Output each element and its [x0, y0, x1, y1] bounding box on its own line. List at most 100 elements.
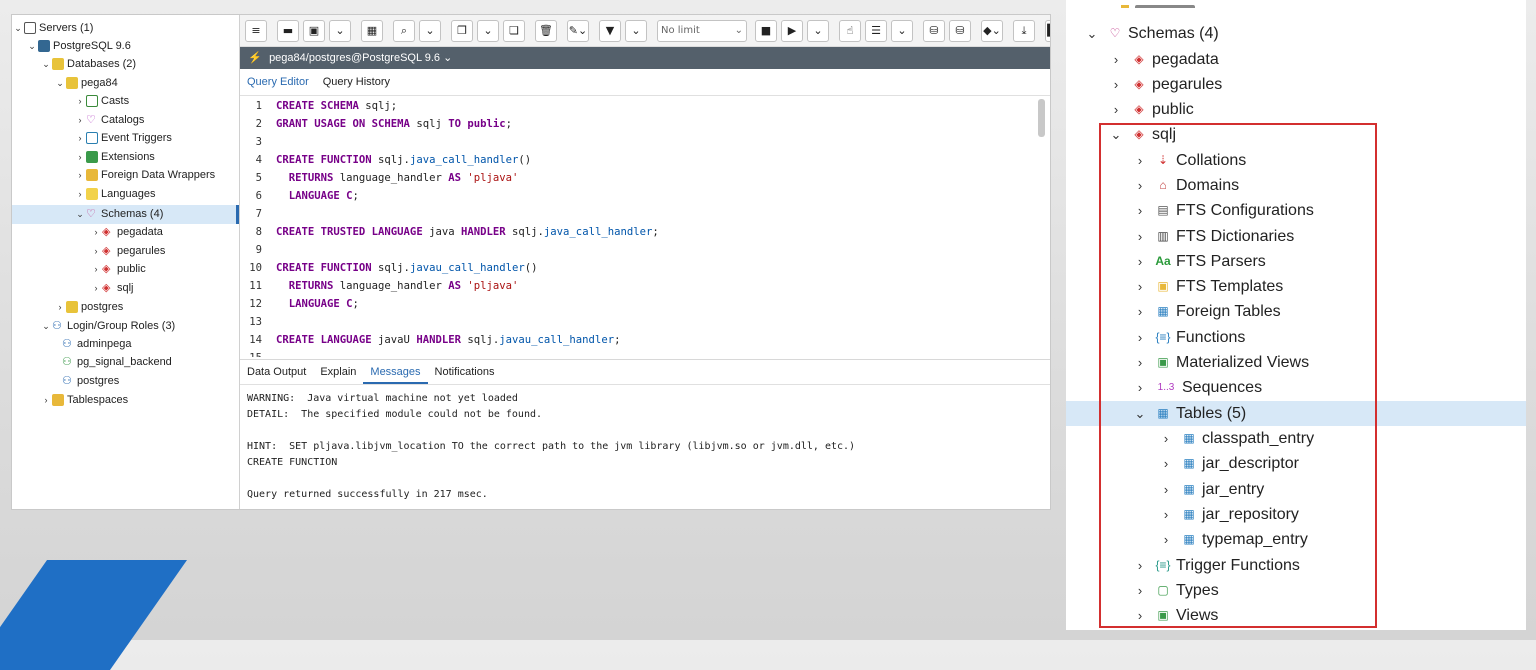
- execute-dropdown-button[interactable]: ⌄: [807, 19, 829, 42]
- chevron-right-icon[interactable]: ›: [74, 129, 86, 147]
- chevron-down-icon[interactable]: ⌄: [40, 55, 52, 73]
- tree-item-pega84[interactable]: ⌄ pega84: [54, 74, 118, 92]
- database-icon: [66, 301, 78, 313]
- tree-item-pegadata[interactable]: › ◈ pegadata: [90, 223, 163, 241]
- chevron-down-icon[interactable]: ⌄: [40, 317, 52, 335]
- tree-item-foreign-data-wrappers[interactable]: › Foreign Data Wrappers: [74, 166, 215, 184]
- schemas-icon: ♡: [86, 208, 96, 220]
- query-tabs: Query Editor Query History: [240, 69, 1050, 96]
- chevron-down-icon[interactable]: ⌄: [74, 205, 86, 223]
- save-data-button[interactable]: ≡: [245, 19, 267, 42]
- explain-dropdown-button[interactable]: ⌄: [891, 19, 913, 42]
- chevron-right-icon[interactable]: ›: [1108, 97, 1124, 122]
- message-line: CREATE FUNCTION: [247, 457, 338, 468]
- hand-icon: ☝: [846, 24, 854, 37]
- chevron-right-icon[interactable]: ›: [74, 148, 86, 166]
- chevron-right-icon[interactable]: ›: [90, 242, 102, 260]
- chevron-down-icon[interactable]: ⌄: [54, 74, 66, 92]
- open-file-button[interactable]: ▬: [277, 19, 299, 42]
- chevron-down-icon: ⌄: [335, 24, 345, 37]
- tree-item-postgres-role[interactable]: ⚇ postgres: [62, 372, 119, 390]
- edit-button[interactable]: ▦: [361, 19, 383, 42]
- macros-icon: ▙⌄: [1047, 24, 1050, 37]
- editor-scrollbar[interactable]: [1038, 99, 1045, 137]
- macros-button[interactable]: ▙⌄: [1045, 19, 1050, 42]
- server-icon: [24, 22, 36, 34]
- chevron-down-icon[interactable]: ⌄: [12, 19, 24, 37]
- tab-explain[interactable]: Explain: [313, 360, 363, 384]
- code-line: GRANT USAGE ON SCHEMA sqlj TO public;: [276, 118, 513, 130]
- save-file-button[interactable]: ▣: [303, 19, 325, 42]
- eraser-icon: ◆⌄: [983, 24, 1001, 37]
- tree-item-schemas[interactable]: ⌄ ♡ Schemas (4): [74, 205, 163, 223]
- chevron-down-icon[interactable]: ⌄: [1084, 21, 1100, 46]
- zoom-item-pegarules[interactable]: › ◈ pegarules: [1108, 72, 1222, 97]
- tab-data-output[interactable]: Data Output: [240, 360, 313, 384]
- explain-button[interactable]: ☝: [839, 19, 861, 42]
- tree-item-catalogs[interactable]: › ♡ Catalogs: [74, 111, 145, 129]
- zoom-item-public[interactable]: › ◈ public: [1108, 97, 1194, 122]
- filter-button[interactable]: ▼: [599, 19, 621, 42]
- chevron-right-icon[interactable]: ›: [54, 298, 66, 316]
- commit-button[interactable]: ⛁: [923, 19, 945, 42]
- download-icon: ⤓: [1021, 23, 1027, 37]
- query-toolbar: ≡ ▬ ▣ ⌄ ▦ ⌕ ⌄ ❐ ⌄ ❏ 🗑 ✎⌄ ▼ ⌄ No limit ⌄ …: [240, 15, 1050, 47]
- find-button[interactable]: ⌕: [393, 19, 415, 42]
- tree-item-casts[interactable]: › Casts: [74, 92, 129, 110]
- tree-item-databases[interactable]: ⌄ Databases (2): [40, 55, 136, 73]
- zoom-item-pegadata[interactable]: › ◈ pegadata: [1108, 47, 1219, 72]
- explain-analyze-button[interactable]: ☰: [865, 19, 887, 42]
- filter-dropdown-button[interactable]: ⌄: [625, 19, 647, 42]
- chevron-right-icon[interactable]: ›: [74, 111, 86, 129]
- chevron-right-icon[interactable]: ›: [1108, 72, 1124, 97]
- tab-messages[interactable]: Messages: [363, 360, 428, 384]
- tree-item-pegarules[interactable]: › ◈ pegarules: [90, 242, 166, 260]
- chevron-right-icon[interactable]: ›: [90, 223, 102, 241]
- chevron-right-icon[interactable]: ›: [1108, 47, 1124, 72]
- line-number: 1: [255, 100, 262, 112]
- tab-notifications[interactable]: Notifications: [428, 360, 502, 384]
- stop-button[interactable]: ■: [755, 19, 777, 42]
- chevron-down-icon[interactable]: ⌄: [26, 37, 38, 55]
- tree-item-postgresql[interactable]: ⌄ PostgreSQL 9.6: [26, 37, 131, 55]
- copy-button[interactable]: ❐: [451, 19, 473, 42]
- delete-button[interactable]: 🗑: [535, 19, 557, 42]
- sql-editor[interactable]: 1 CREATE SCHEMA sqlj; 2 GRANT USAGE ON SCH…: [240, 95, 1050, 357]
- chevron-right-icon[interactable]: ›: [90, 279, 102, 297]
- save-dropdown-button[interactable]: ⌄: [329, 19, 351, 42]
- tree-item-pg-signal-backend[interactable]: ⚇ pg_signal_backend: [62, 353, 172, 371]
- chevron-right-icon[interactable]: ›: [40, 391, 52, 409]
- tree-item-label: pega84: [81, 77, 118, 89]
- code-line: RETURNS language_handler AS 'pljava': [276, 280, 519, 292]
- execute-button[interactable]: ▶: [781, 19, 803, 42]
- chevron-right-icon[interactable]: ›: [74, 92, 86, 110]
- clear-button[interactable]: ◆⌄: [981, 19, 1003, 42]
- download-button[interactable]: ⤓: [1013, 19, 1035, 42]
- tab-query-history[interactable]: Query History: [316, 69, 397, 95]
- connection-bar[interactable]: ⚡ pega84/postgres@PostgreSQL 9.6 ⌄: [240, 47, 1050, 69]
- copy-dropdown-button[interactable]: ⌄: [477, 19, 499, 42]
- edit-dropdown-button[interactable]: ✎⌄: [567, 19, 589, 42]
- tree-item-servers[interactable]: ⌄ Servers (1): [12, 19, 93, 37]
- tree-item-public[interactable]: › ◈ public: [90, 260, 146, 278]
- search-icon: ⌕: [400, 23, 408, 37]
- rollback-button[interactable]: ⛁: [949, 19, 971, 42]
- chevron-right-icon[interactable]: ›: [74, 166, 86, 184]
- chevron-right-icon[interactable]: ›: [74, 185, 86, 203]
- tree-item-sqlj[interactable]: › ◈ sqlj: [90, 279, 134, 297]
- tree-item-extensions[interactable]: › Extensions: [74, 148, 155, 166]
- find-dropdown-button[interactable]: ⌄: [419, 19, 441, 42]
- tree-item-postgres-db[interactable]: › postgres: [54, 298, 123, 316]
- paste-button[interactable]: ❏: [503, 19, 525, 42]
- schema-icon: ◈: [1134, 102, 1144, 116]
- tab-query-editor[interactable]: Query Editor: [240, 69, 316, 95]
- tree-item-event-triggers[interactable]: › Event Triggers: [74, 129, 172, 147]
- zoom-item-schemas[interactable]: ⌄ ♡ Schemas (4): [1084, 21, 1219, 46]
- chevron-right-icon[interactable]: ›: [90, 260, 102, 278]
- row-limit-select[interactable]: No limit ⌄: [657, 19, 747, 42]
- tree-item-languages[interactable]: › Languages: [74, 185, 155, 203]
- tree-item-login-group-roles[interactable]: ⌄ ⚇ Login/Group Roles (3): [40, 317, 175, 335]
- tree-item-tablespaces[interactable]: › Tablespaces: [40, 391, 128, 409]
- messages-output: WARNING: Java virtual machine not yet lo…: [240, 387, 1050, 507]
- tree-item-adminpega[interactable]: ⚇ adminpega: [62, 335, 131, 353]
